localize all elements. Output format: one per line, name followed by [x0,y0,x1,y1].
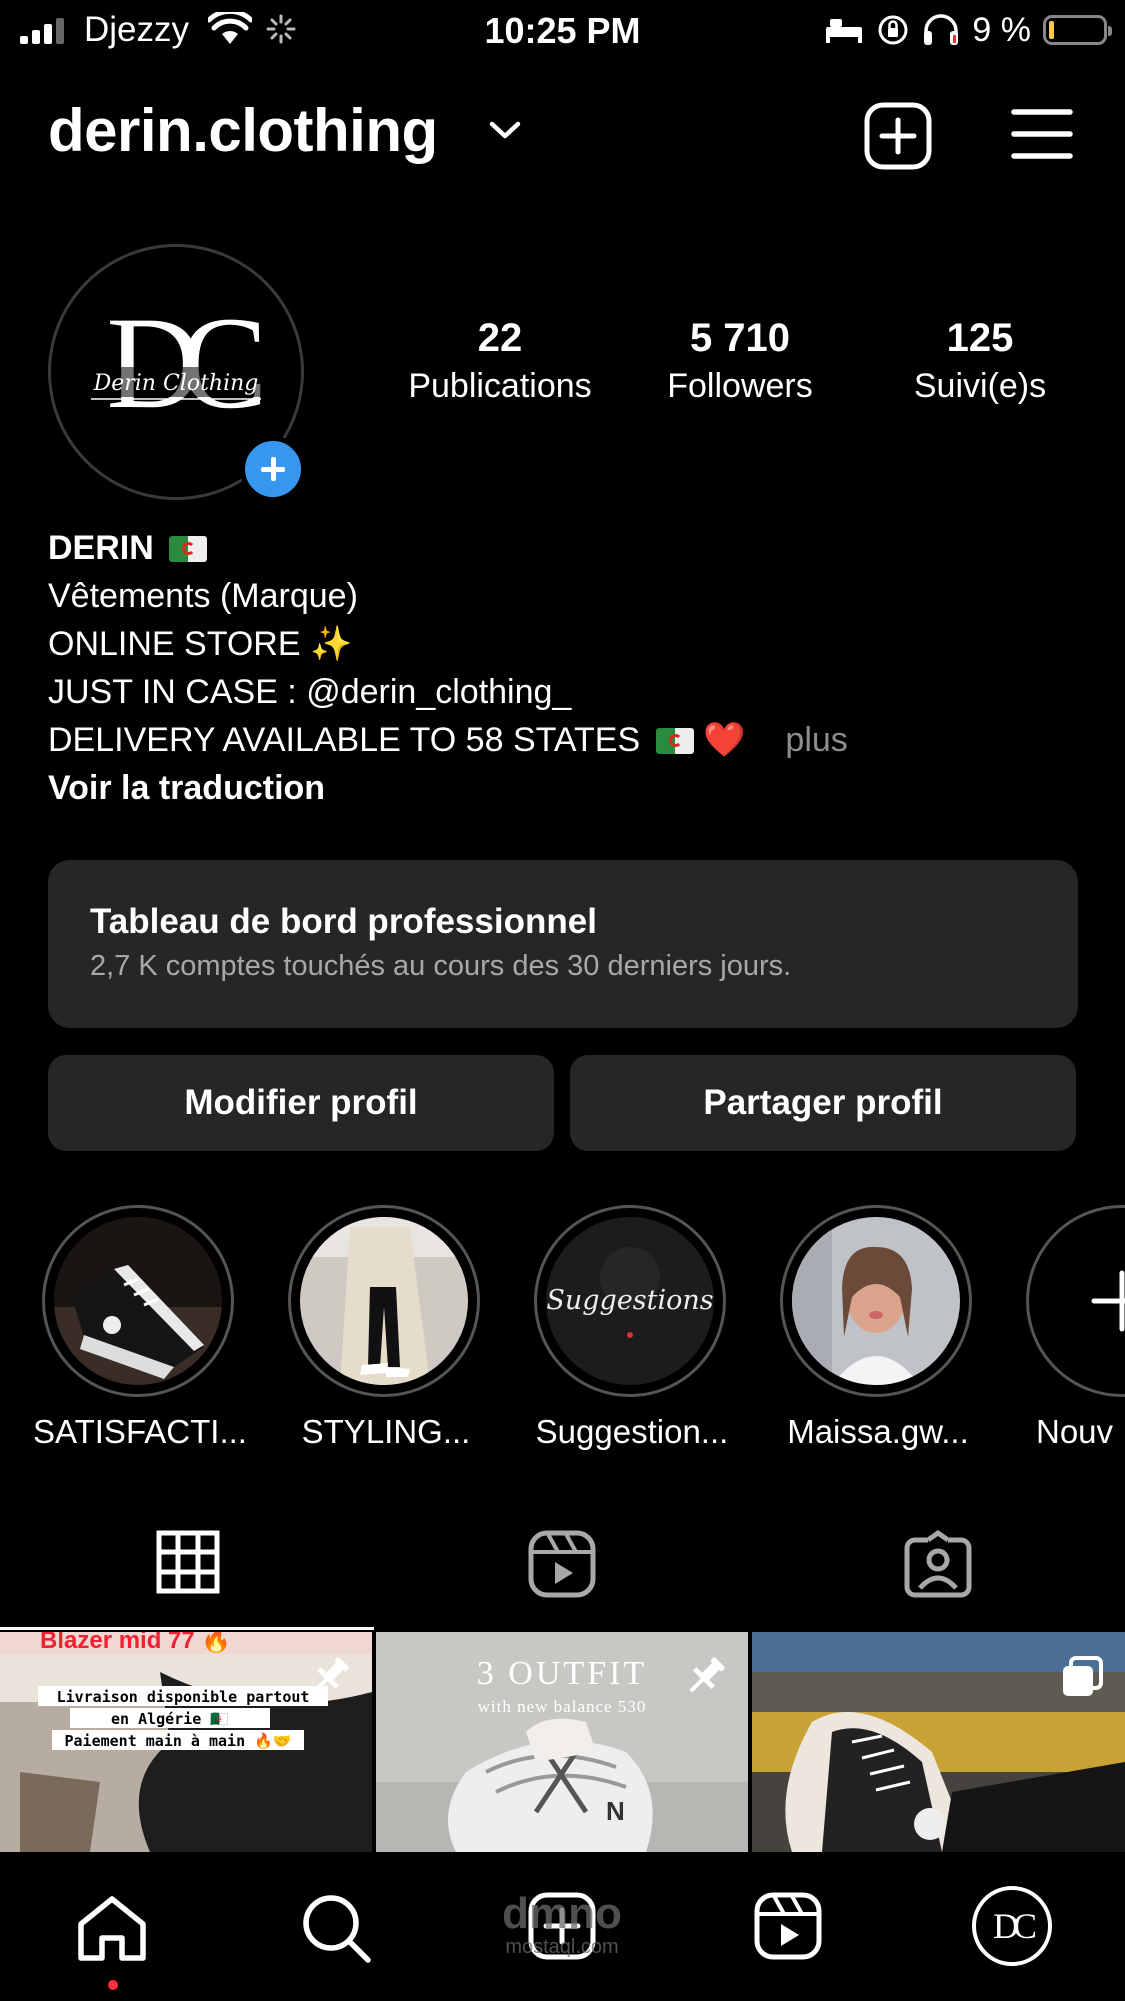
pin-icon [689,1657,725,1693]
highlight-cover [54,1217,222,1385]
bio-more-link[interactable]: plus [785,721,847,759]
share-profile-button[interactable]: Partager profil [570,1055,1076,1151]
grid-tab-icon[interactable] [156,1530,220,1594]
notification-dot [108,1980,118,1990]
create-post-icon[interactable] [864,102,932,170]
professional-dashboard[interactable]: Tableau de bord professionnel 2,7 K comp… [48,860,1078,1028]
highlight-cover: Suggestions [546,1217,714,1385]
highlight-cover [300,1217,468,1385]
highlight-label: STYLING... [301,1413,471,1450]
logo-monogram: DC [106,289,260,436]
highlight-label: SATISFACTI... [33,1413,247,1450]
logo-script: Derin Clothing [93,371,259,396]
post-thumbnail[interactable]: N 3 OUTFIT with new balance 530 [376,1632,748,1852]
multiple-photos-icon [1063,1656,1103,1696]
plus-icon [1091,1270,1125,1332]
highlight-label: Nouv [1036,1413,1114,1450]
account-username[interactable]: derin.clothing [48,96,438,165]
post-caption-line: Livraison disponible partout [57,1688,310,1706]
chevron-down-icon[interactable] [488,120,522,142]
dashboard-title: Tableau de bord professionnel [90,902,597,941]
followers-count: 5 710 [689,316,791,360]
profile-bio: DERIN Vêtements (Marque) ONLINE STORE ✨ … [48,524,848,812]
stat-followers[interactable]: 5 710 Followers [620,316,860,406]
watermark: dmno mostaql.com [502,1889,622,1959]
following-count: 125 [946,316,1014,360]
headphones-icon [924,14,959,45]
post-caption-line: Paiement main à main 🔥🤝 [65,1732,292,1750]
post-caption-line: en Algérie 🇩🇿 [111,1710,229,1728]
bio-category: Vêtements (Marque) [48,577,358,615]
post-thumbnail[interactable] [752,1632,1125,1852]
search-icon[interactable] [300,1892,372,1964]
status-bar: Djezzy 10:25 PM 9 % [0,0,1125,64]
heart-emoji: ❤️ [703,721,746,759]
stat-following[interactable]: 125 Suivi(e)s [860,316,1100,406]
display-name: DERIN [48,529,154,567]
following-label: Suivi(e)s [913,367,1047,405]
post-thumbnail[interactable]: Blazer mid 77 🔥 Livraison disponible par… [0,1632,372,1852]
rotation-lock-icon [878,15,908,45]
algeria-flag-icon [169,536,208,562]
post-title: 3 OUTFIT [477,1655,647,1692]
reels-tab-icon[interactable] [528,1530,596,1598]
tagged-tab-icon[interactable] [904,1530,972,1598]
bio-line-mention[interactable]: JUST IN CASE : @derin_clothing_ [48,668,848,716]
see-translation-link[interactable]: Voir la traduction [48,764,848,812]
pin-icon [313,1657,349,1693]
bottom-navigation: dmno mostaql.com DC [0,1852,1125,2001]
svg-text:N: N [606,1796,625,1826]
reels-icon[interactable] [754,1892,822,1960]
bio-line-delivery: DELIVERY AVAILABLE TO 58 STATES [48,721,641,759]
posts-count: 22 [477,316,523,360]
add-story-button[interactable] [240,436,306,502]
followers-label: Followers [667,367,813,405]
home-icon[interactable] [76,1894,148,1962]
edit-profile-button[interactable]: Modifier profil [48,1055,554,1151]
highlight-label: Suggestion... [535,1413,729,1450]
hamburger-menu-icon[interactable] [1010,108,1074,160]
algeria-flag-icon [655,728,694,754]
profile-tab-avatar[interactable]: DC [972,1886,1052,1966]
bio-line-store: ONLINE STORE ✨ [48,625,353,663]
posts-label: Publications [408,367,592,405]
highlight-cover [792,1217,960,1385]
dashboard-subtitle: 2,7 K comptes touchés au cours des 30 de… [90,950,792,982]
post-subtitle: with new balance 530 [478,1697,647,1716]
sleep-mode-icon [826,19,863,43]
battery-icon [1043,15,1112,45]
svg-text:DC: DC [993,1906,1036,1946]
post-caption-top: Blazer mid 77 🔥 [40,1632,231,1654]
battery-percentage: 9 % [972,10,1031,49]
stat-posts[interactable]: 22 Publications [380,316,620,406]
highlight-cover-text: Suggestions [546,1285,713,1316]
highlight-label: Maissa.gw... [787,1413,969,1450]
active-tab-indicator [0,1627,374,1630]
